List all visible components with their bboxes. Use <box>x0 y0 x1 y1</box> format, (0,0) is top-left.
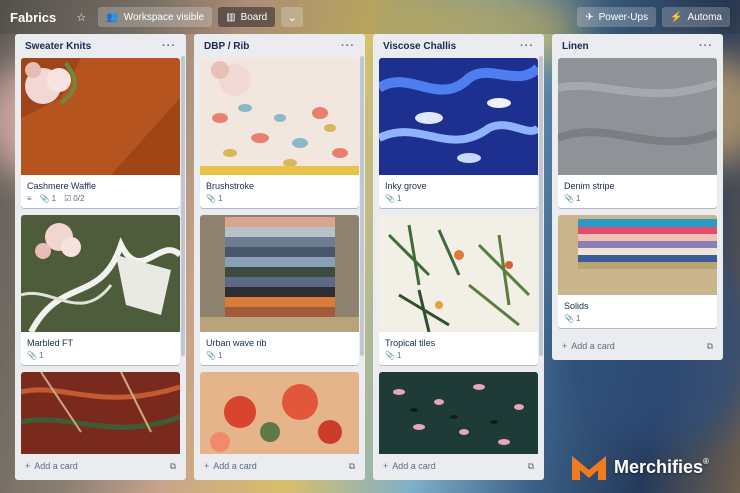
card-inky-grove[interactable]: Inky grove 📎 1 <box>379 58 538 208</box>
people-icon: 👥 <box>106 11 119 23</box>
chevron-down-icon[interactable]: ⌄ <box>281 7 304 27</box>
plus-icon: + <box>383 461 389 471</box>
template-icon[interactable]: ⧉ <box>528 461 534 472</box>
merchifies-logo-icon <box>572 456 606 480</box>
list-menu-icon[interactable]: ··· <box>341 40 355 52</box>
brand-name: Merchifies® <box>614 456 709 477</box>
list-title[interactable]: Viscose Challis <box>383 41 456 52</box>
plus-icon: + <box>204 461 210 471</box>
paperclip-icon: 📎 <box>564 314 574 323</box>
list-menu-icon[interactable]: ··· <box>520 40 534 52</box>
lightning-icon: ⚡ <box>670 11 683 23</box>
card-cover-image <box>379 58 538 175</box>
checklist-badge: ☑ 0/2 <box>64 194 85 203</box>
card-marbled-ft[interactable]: Marbled FT 📎 1 <box>21 215 180 365</box>
card-cover-image <box>200 372 359 454</box>
board-header: Fabrics ☆ 👥 Workspace visible ▥ Board ⌄ … <box>0 0 740 34</box>
rocket-icon: ✈ <box>585 11 594 23</box>
list-viscose-challis: Viscose Challis ··· Inky grove 📎 1 Tropi… <box>373 34 544 480</box>
plus-icon: + <box>25 461 31 471</box>
add-card-button[interactable]: + Add a card <box>204 461 257 471</box>
paperclip-icon: 📎 <box>39 194 50 203</box>
card-title: Solids <box>564 301 589 311</box>
board-view-button[interactable]: ▥ Board <box>218 7 276 27</box>
paperclip-icon: 📎 <box>206 194 216 203</box>
card-title: Tropical tiles <box>385 338 436 348</box>
list-title[interactable]: Linen <box>562 41 589 52</box>
card-cover-image <box>200 58 359 175</box>
card-title: Marbled FT <box>27 338 74 348</box>
attachment-badge: 📎 1 <box>564 314 581 323</box>
card-floral-print[interactable] <box>21 372 180 454</box>
list-title[interactable]: Sweater Knits <box>25 41 91 52</box>
attachment-badge: 📎 1 <box>564 194 581 203</box>
board-title[interactable]: Fabrics <box>10 10 56 25</box>
card-title: Urban wave rib <box>206 338 267 348</box>
paperclip-icon: 📎 <box>27 351 37 360</box>
list-title[interactable]: DBP / Rib <box>204 41 249 52</box>
list-dbp-rib: DBP / Rib ··· Brushstroke 📎 1 Urban wave… <box>194 34 365 480</box>
card-cover-image <box>379 372 538 454</box>
paperclip-icon: 📎 <box>385 194 395 203</box>
list-menu-icon[interactable]: ··· <box>162 40 176 52</box>
attachment-badge: 📎 1 <box>385 194 402 203</box>
list-scrollbar[interactable] <box>360 56 364 356</box>
card-cover-image <box>379 215 538 332</box>
card-denim-stripe[interactable]: Denim stripe 📎 1 <box>558 58 717 208</box>
card-leopard-print[interactable] <box>379 372 538 454</box>
list-linen: Linen ··· Denim stripe 📎 1 Solids 📎 1 + … <box>552 34 723 360</box>
paperclip-icon: 📎 <box>385 351 395 360</box>
paperclip-icon: 📎 <box>206 351 216 360</box>
attachment-badge: 📎 1 <box>385 351 402 360</box>
card-cashmere-waffle[interactable]: Cashmere Waffle ≡ 📎 1 ☑ 0/2 <box>21 58 180 208</box>
card-cover-image <box>558 58 717 175</box>
add-card-button[interactable]: + Add a card <box>562 341 615 351</box>
automation-button[interactable]: ⚡ Automa <box>662 7 730 27</box>
template-icon[interactable]: ⧉ <box>707 341 713 352</box>
checkbox-icon: ☑ <box>64 194 72 203</box>
description-icon: ≡ <box>27 194 32 203</box>
add-card-button[interactable]: + Add a card <box>383 461 436 471</box>
card-title: Denim stripe <box>564 181 615 191</box>
card-solids[interactable]: Solids 📎 1 <box>558 215 717 328</box>
attachment-badge: 📎 1 <box>27 351 44 360</box>
card-urban-wave-rib[interactable]: Urban wave rib 📎 1 <box>200 215 359 365</box>
powerups-button[interactable]: ✈ Power-Ups <box>577 7 657 27</box>
template-icon[interactable]: ⧉ <box>170 461 176 472</box>
card-title: Brushstroke <box>206 181 255 191</box>
list-sweater-knits: Sweater Knits ··· Cashmere Waffle ≡ 📎 1 ☑… <box>15 34 186 480</box>
paperclip-icon: 📎 <box>564 194 574 203</box>
card-title: Inky grove <box>385 181 427 191</box>
card-floral-red[interactable] <box>200 372 359 454</box>
card-cover-image <box>21 58 180 175</box>
board-icon: ▥ <box>226 11 236 23</box>
card-brushstroke[interactable]: Brushstroke 📎 1 <box>200 58 359 208</box>
list-menu-icon[interactable]: ··· <box>699 40 713 52</box>
template-icon[interactable]: ⧉ <box>349 461 355 472</box>
card-cover-image <box>21 215 180 332</box>
card-title: Cashmere Waffle <box>27 181 97 191</box>
attachment-badge: 📎 1 <box>39 194 57 203</box>
list-scrollbar[interactable] <box>539 56 543 356</box>
card-cover-image <box>558 215 717 295</box>
card-tropical-tiles[interactable]: Tropical tiles 📎 1 <box>379 215 538 365</box>
add-card-button[interactable]: + Add a card <box>25 461 78 471</box>
card-cover-image <box>21 372 180 454</box>
card-cover-image <box>200 215 359 332</box>
attachment-badge: 📎 1 <box>206 351 223 360</box>
plus-icon: + <box>562 341 568 351</box>
visibility-button[interactable]: 👥 Workspace visible <box>98 7 213 27</box>
star-icon[interactable]: ☆ <box>70 7 92 27</box>
merchifies-watermark: Merchifies® <box>570 452 709 482</box>
list-scrollbar[interactable] <box>181 56 185 356</box>
attachment-badge: 📎 1 <box>206 194 223 203</box>
